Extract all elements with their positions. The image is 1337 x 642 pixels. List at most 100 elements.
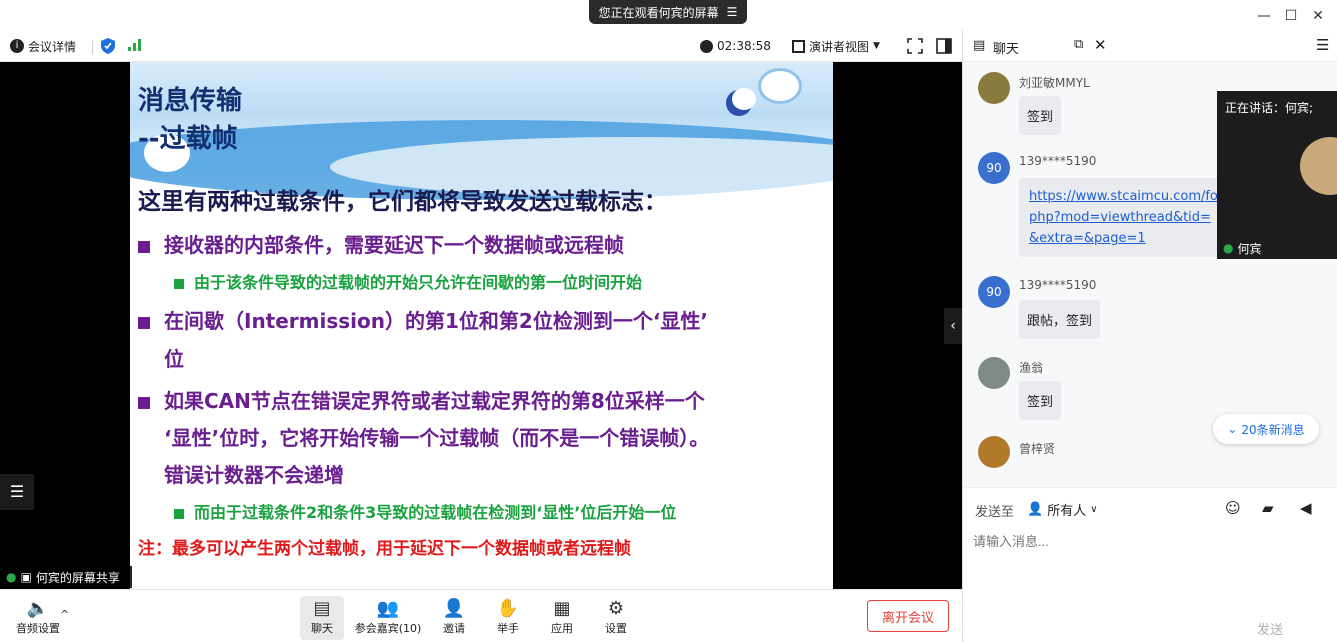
settings-label: 设置 — [605, 622, 627, 635]
message-link[interactable]: &extra=&page=1 — [1029, 228, 1219, 249]
bubble-decoration — [758, 68, 802, 104]
screen-share-banner[interactable]: 您正在观看何宾的屏幕 ☰ — [589, 0, 747, 24]
raise-hand-button[interactable]: ✋ 举手 — [480, 596, 536, 640]
message-link[interactable]: php?mod=viewthread&tid= — [1029, 207, 1219, 228]
invite-button[interactable]: 👤 邀请 — [426, 596, 482, 640]
apps-label: 应用 — [551, 622, 573, 635]
apps-icon: ▦ — [553, 598, 571, 619]
sub-bullet-2-text: 而由于过载条件2和条件3导致的过载帧在检测到‘显性’位后开始一位 — [194, 503, 677, 522]
bullet-marker — [174, 278, 184, 289]
bullet-marker — [174, 508, 184, 519]
chat-button[interactable]: ▤ 聊天 — [300, 596, 344, 640]
chevron-down-icon: ▼ — [873, 41, 880, 51]
layout-icon — [792, 39, 805, 53]
info-icon: i — [10, 39, 24, 53]
clock-icon — [700, 39, 713, 53]
close-icon[interactable]: ✕ — [1094, 36, 1107, 54]
fullscreen-icon[interactable] — [907, 38, 923, 54]
slide-sub-bullet-1: 由于该条件导致的过载帧的开始只允许在间歇的第一位时间开始 — [174, 269, 642, 293]
collapse-sidebar-button[interactable]: ‹ — [944, 308, 962, 344]
chat-icon: ▤ — [973, 38, 986, 53]
view-mode-dropdown[interactable]: 演讲者视图 ▼ — [792, 37, 880, 55]
message-sender: 139****5190 — [1019, 154, 1097, 168]
message-sender: 曾梓贤 — [1019, 442, 1056, 456]
menu-icon[interactable]: ☰ — [1316, 36, 1329, 54]
avatar — [978, 357, 1010, 389]
sidebar-toggle-icon[interactable] — [936, 38, 952, 54]
speaker-name-bar: ● 何宾 — [1217, 237, 1337, 259]
avatar: 90 — [978, 152, 1010, 184]
meeting-toolbar: i 会议详情 02:38:58 演讲者视图 ▼ — [0, 30, 962, 62]
avatar: 90 — [978, 276, 1010, 308]
emoji-icon[interactable]: ☺ — [1225, 499, 1241, 517]
list-toggle-button[interactable]: ☰ — [0, 474, 34, 510]
bullet-1-text: 接收器的内部条件，需要延迟下一个数据帧或远程帧 — [164, 233, 624, 257]
message-sender: 139****5190 — [1019, 278, 1097, 292]
participants-button[interactable]: 👥 参会嘉宾(10) — [354, 596, 422, 640]
view-mode-label: 演讲者视图 — [809, 39, 870, 54]
slide-bullet-3-cont: ‘显性’位时，它将开始传输一个过载帧（而不是一个错误帧）。 — [164, 426, 710, 450]
signal-icon[interactable] — [128, 39, 142, 54]
new-messages-button[interactable]: ⌄ 20条新消息 — [1213, 414, 1319, 444]
timer-value: 02:38:58 — [717, 39, 771, 53]
folder-icon[interactable]: ▰ — [1262, 499, 1274, 517]
banner-text: 您正在观看何宾的屏幕 — [598, 5, 719, 20]
chevron-left-icon: ‹ — [950, 318, 956, 334]
double-chevron-down-icon: ⌄ — [1227, 422, 1238, 436]
audio-settings-button[interactable]: 🔈 音频设置 — [10, 596, 66, 640]
apps-button[interactable]: ▦ 应用 — [534, 596, 590, 640]
message-sender: 渔翁 — [1019, 361, 1044, 375]
participants-label: 参会嘉宾(10) — [354, 622, 422, 635]
message-bubble: https://www.stcaimcu.com/fo php?mod=view… — [1019, 178, 1229, 257]
chevron-down-icon: ∨ — [1090, 504, 1098, 515]
recipient-value: 所有人 — [1047, 504, 1087, 519]
leave-meeting-button[interactable]: 离开会议 — [867, 600, 949, 632]
divider — [92, 40, 93, 54]
message-link[interactable]: https://www.stcaimcu.com/fo — [1029, 186, 1219, 207]
message-bubble: 签到 — [1019, 96, 1062, 135]
bullet-marker — [138, 316, 150, 329]
popout-icon[interactable]: ⧉ — [1074, 37, 1083, 52]
minimize-button[interactable]: — — [1254, 6, 1274, 26]
slide-title-line2: --过载帧 — [138, 124, 238, 154]
bullet-2-text: 在间歇（Intermission）的第1位和第2位检测到一个‘显性’ — [164, 309, 709, 333]
microphone-icon: ● — [1223, 241, 1234, 255]
speaking-label: 正在讲话：何宾; — [1225, 101, 1314, 115]
bullet-marker — [138, 396, 150, 409]
meeting-details-label: 会议详情 — [28, 39, 77, 54]
megaphone-icon[interactable]: ◀ — [1300, 499, 1312, 517]
list-icon: ☰ — [9, 482, 25, 501]
slide-intro: 这里有两种过载条件，它们都将导致发送过载标志： — [138, 189, 667, 215]
add-user-icon: 👤 — [442, 598, 466, 619]
slide-bullet-2-cont: 位 — [164, 347, 184, 371]
message-bubble: 跟帖，签到 — [1019, 300, 1101, 339]
avatar — [978, 72, 1010, 104]
maximize-button[interactable]: ☐ — [1281, 6, 1301, 26]
chat-message-input[interactable] — [973, 530, 1328, 552]
active-speaker-panel[interactable]: 正在讲话：何宾; ● 何宾 — [1217, 91, 1337, 259]
slide-bullet-1: 接收器的内部条件，需要延迟下一个数据帧或远程帧 — [138, 229, 624, 258]
settings-button[interactable]: ⚙ 设置 — [588, 596, 644, 640]
close-window-button[interactable]: ✕ — [1308, 6, 1328, 26]
screen-share-label: ● ▣ 何宾的屏幕共享 — [0, 566, 132, 588]
send-button[interactable]: 发送 — [1257, 619, 1283, 638]
bottom-control-bar: 🔈 音频设置 ^ ▤ 聊天 👥 参会嘉宾(10) 👤 邀请 ✋ 举手 ▦ 应用 … — [0, 589, 962, 642]
slide-note: 注：最多可以产生两个过载帧，用于延迟下一个数据帧或者远程帧 — [138, 539, 631, 559]
send-to-label: 发送至 — [975, 505, 1015, 520]
shield-icon[interactable] — [101, 38, 115, 57]
bullet-3-text: 如果CAN节点在错误定界符或者过载定界符的第8位采样一个 — [164, 389, 705, 413]
screen-icon: ▣ — [20, 570, 32, 584]
recipient-dropdown[interactable]: 👤 所有人 ∨ — [1027, 500, 1098, 519]
new-messages-label: 20条新消息 — [1241, 422, 1305, 437]
slide-title-line1: 消息传输 — [138, 86, 243, 116]
chevron-up-icon[interactable]: ^ — [60, 608, 69, 621]
title-bar: 您正在观看何宾的屏幕 ☰ — ☐ ✕ — [0, 0, 1337, 30]
chat-header: ▤ 聊天 ⧉ ✕ ☰ — [963, 30, 1337, 62]
bullet-marker — [138, 240, 150, 253]
speaker-icon: 🔈 — [26, 598, 50, 619]
menu-icon[interactable]: ☰ — [727, 5, 738, 19]
raise-hand-label: 举手 — [497, 622, 519, 635]
meeting-details-button[interactable]: i 会议详情 — [10, 37, 76, 55]
speaker-name: 何宾 — [1237, 241, 1262, 256]
meeting-timer: 02:38:58 — [700, 37, 771, 55]
